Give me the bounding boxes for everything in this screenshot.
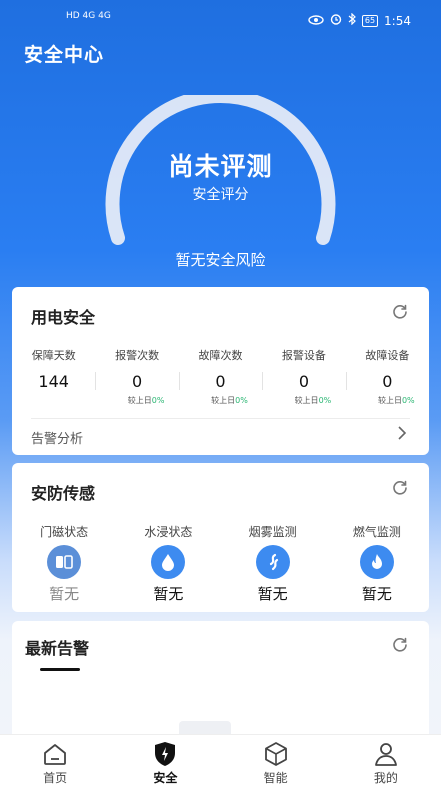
tab-label: 我的	[373, 771, 398, 785]
sensor-label: 水浸状态	[144, 525, 193, 539]
stat-value: 0	[298, 372, 310, 391]
sensor-value: 暂无	[361, 585, 392, 603]
home-icon	[0, 741, 110, 767]
sensor-value: 暂无	[257, 585, 288, 603]
eye-icon	[308, 14, 324, 28]
compare-label: 较上日	[377, 396, 402, 405]
compare-label: 较上日	[294, 396, 319, 405]
score-label: 安全评分	[192, 187, 249, 203]
electric-safety-card: 用电安全 保障天数 144 报警次数 0 较上日0% 故障次数 0 较上日0% …	[12, 287, 429, 455]
compare-label: 较上日	[211, 396, 236, 405]
stat-alarm-count: 报警次数 0 较上日0%	[95, 347, 178, 407]
sensor-label: 燃气监测	[352, 525, 401, 539]
sensor-list: 门磁状态 暂无 水浸状态 暂无 烟雾监测 暂无 燃气监测 暂无	[12, 523, 429, 604]
sensor-label: 门磁状态	[40, 525, 89, 539]
tab-safety[interactable]: 安全	[110, 735, 220, 791]
flame-icon	[359, 545, 394, 579]
stat-compare: 较上日0%	[95, 395, 178, 406]
page-title: 安全中心	[24, 44, 105, 66]
tab-smart[interactable]: 智能	[221, 735, 331, 791]
shield-bolt-icon	[110, 741, 220, 767]
stat-label: 故障设备	[365, 349, 410, 362]
sensor-label: 烟雾监测	[248, 525, 297, 539]
tab-label: 智能	[263, 771, 288, 785]
latest-alerts-title: 最新告警	[25, 639, 90, 658]
compare-label: 较上日	[127, 396, 152, 405]
compare-pct: 0%	[235, 396, 248, 405]
stat-value: 0	[382, 372, 393, 391]
electric-stats: 保障天数 144 报警次数 0 较上日0% 故障次数 0 较上日0% 报警设备 …	[12, 347, 429, 407]
person-icon	[331, 741, 441, 767]
bluetooth-icon	[348, 12, 356, 28]
stat-label: 报警设备	[281, 349, 326, 362]
security-sensor-title: 安防传感	[31, 484, 96, 503]
stat-label: 报警次数	[115, 349, 160, 362]
chevron-right-icon[interactable]	[397, 426, 407, 444]
stat-compare: 较上日0%	[262, 395, 345, 406]
compare-pct: 0%	[401, 396, 415, 405]
refresh-icon[interactable]	[391, 479, 409, 497]
status-icons: 65 1:54	[308, 12, 411, 28]
title-underline	[40, 668, 80, 671]
stat-alarm-devices: 报警设备 0 较上日0%	[262, 347, 345, 407]
status-bar: HD 4G 4G 65 1:54	[0, 0, 441, 40]
stat-compare: 较上日0%	[179, 395, 262, 406]
stat-compare: 较上日0%	[346, 395, 429, 406]
security-sensor-card: 安防传感 门磁状态 暂无 水浸状态 暂无 烟雾监测 暂无 燃气监测 暂无	[12, 463, 429, 612]
sensor-water[interactable]: 水浸状态 暂无	[116, 523, 220, 604]
refresh-icon[interactable]	[391, 636, 409, 654]
divider	[31, 418, 410, 419]
stat-fault-count: 故障次数 0 较上日0%	[178, 347, 262, 407]
status-time: 1:54	[384, 13, 411, 28]
risk-status: 暂无安全风险	[175, 251, 266, 269]
stat-fault-devices: 故障设备 0 较上日0%	[345, 347, 429, 407]
tab-label: 首页	[43, 771, 68, 785]
score-status: 尚未评测	[168, 152, 273, 181]
sensor-value: 暂无	[153, 585, 184, 603]
electric-safety-title: 用电安全	[31, 308, 96, 327]
door-sensor-icon	[47, 545, 82, 579]
stat-label: 故障次数	[198, 349, 243, 362]
battery-indicator: 65	[361, 14, 379, 27]
alarm-icon	[330, 13, 342, 28]
bottom-tab-bar: 首页 安全 智能 我的	[0, 734, 441, 791]
tab-home[interactable]: 首页	[0, 735, 110, 791]
sensor-gas[interactable]: 燃气监测 暂无	[325, 523, 429, 604]
stat-value: 144	[38, 372, 69, 391]
latest-alerts-card: 最新告警	[12, 621, 429, 751]
water-drop-icon	[151, 545, 186, 579]
compare-pct: 0%	[151, 396, 165, 405]
tab-label: 安全	[153, 771, 178, 785]
compare-pct: 0%	[318, 396, 332, 405]
smoke-icon	[255, 545, 290, 579]
sensor-smoke[interactable]: 烟雾监测 暂无	[221, 523, 325, 604]
alarm-analysis-link[interactable]: 告警分析	[31, 428, 83, 447]
signal-indicators: HD 4G 4G	[66, 11, 111, 21]
stat-label: 保障天数	[31, 349, 76, 362]
sensor-value: 暂无	[49, 585, 80, 603]
refresh-icon[interactable]	[391, 303, 409, 321]
stat-value: 0	[215, 372, 226, 391]
sensor-door[interactable]: 门磁状态 暂无	[12, 523, 116, 604]
cube-icon	[221, 741, 331, 767]
stat-protection-days: 保障天数 144	[12, 347, 95, 407]
stat-value: 0	[132, 372, 143, 391]
tab-mine[interactable]: 我的	[331, 735, 441, 791]
